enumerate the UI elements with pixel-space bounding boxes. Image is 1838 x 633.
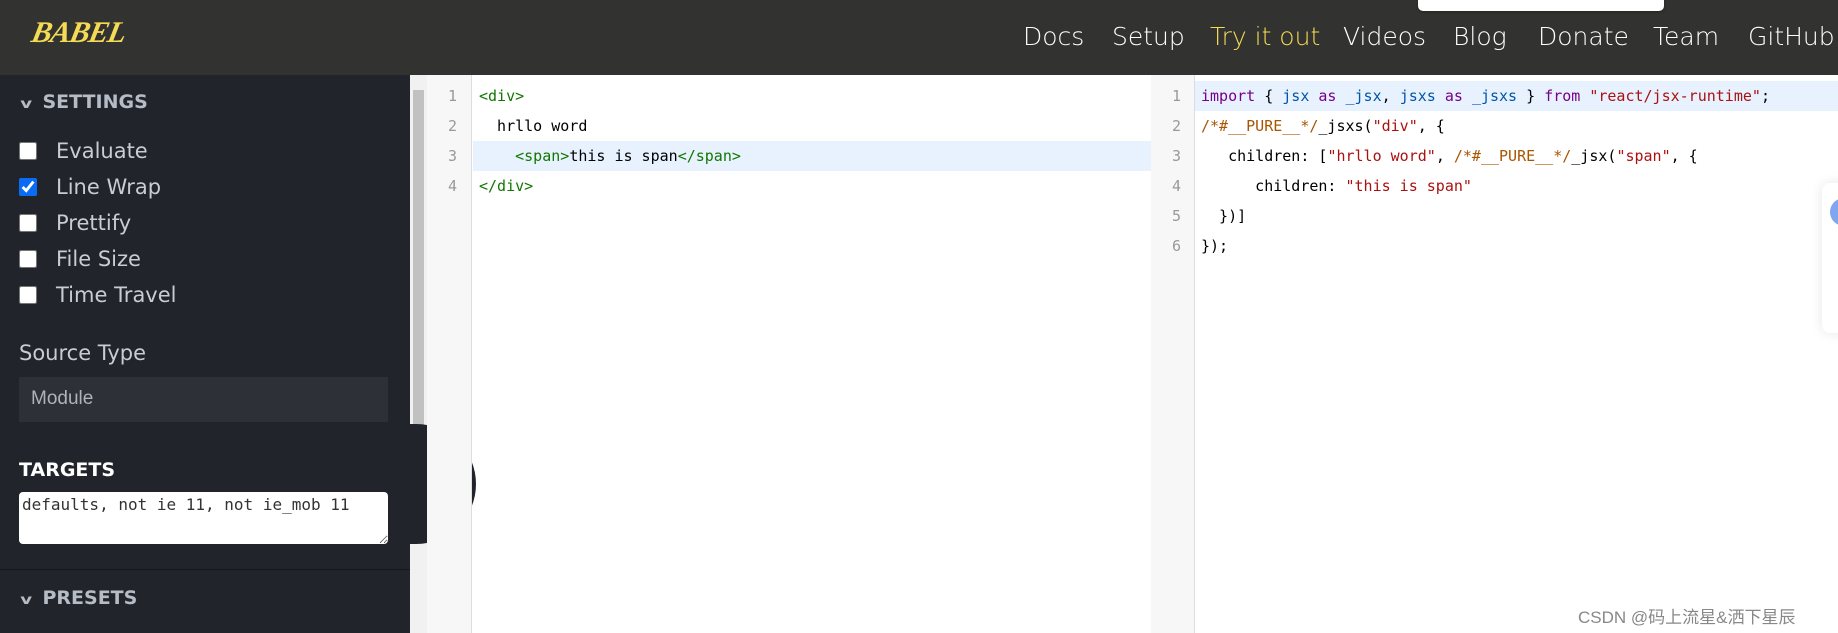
line-wrap-checkbox[interactable] — [19, 178, 37, 196]
option-file-size[interactable]: File Size — [19, 247, 141, 271]
line-number: 3 — [1171, 147, 1181, 165]
option-evaluate[interactable]: Evaluate — [19, 139, 148, 163]
presets-title: PRESETS — [42, 587, 138, 609]
watermark: CSDN @码上流星&洒下星辰 — [1578, 608, 1796, 627]
line-number: 5 — [1171, 207, 1181, 225]
output-editor[interactable]: 1 import { jsx as _jsx, jsxs as _jsxs } f… — [1151, 81, 1838, 261]
settings-sidebar: v SETTINGS Evaluate Line Wrap Prettify Fi… — [0, 75, 410, 633]
source-type-label: Source Type — [19, 341, 147, 365]
line-number: 2 — [1171, 117, 1181, 135]
source-type-select[interactable]: Module — [19, 377, 388, 422]
babel-logo[interactable]: BABEL — [28, 16, 129, 50]
option-label: Time Travel — [56, 283, 177, 307]
option-label: Line Wrap — [56, 175, 162, 199]
line-number: 1 — [447, 87, 457, 105]
time-travel-checkbox[interactable] — [19, 286, 37, 304]
option-label: Prettify — [56, 211, 132, 235]
nav-setup[interactable]: Setup — [1112, 22, 1185, 51]
divider — [0, 569, 410, 570]
nav-videos[interactable]: Videos — [1343, 22, 1426, 51]
nav-try-it-out[interactable]: Try it out — [1210, 22, 1320, 51]
settings-section-toggle[interactable]: v SETTINGS — [20, 91, 148, 113]
scrollbar-thumb[interactable] — [413, 90, 424, 435]
targets-title: TARGETS — [19, 459, 116, 481]
nav-blog[interactable]: Blog — [1453, 22, 1507, 51]
option-line-wrap[interactable]: Line Wrap — [19, 175, 161, 199]
chevron-down-icon: v — [20, 97, 33, 112]
line-number: 6 — [1171, 237, 1181, 255]
settings-title: SETTINGS — [42, 91, 148, 113]
option-prettify[interactable]: Prettify — [19, 211, 131, 235]
targets-input[interactable] — [19, 492, 388, 544]
input-editor[interactable]: 1 <div> 2 hrllo word 3 <span>this is span… — [427, 81, 1151, 201]
line-number: 1 — [1171, 87, 1181, 105]
widget-avatar-icon — [1830, 198, 1838, 226]
floating-side-widget[interactable] — [1822, 183, 1838, 333]
chevron-down-icon: v — [20, 593, 33, 608]
evaluate-checkbox[interactable] — [19, 142, 37, 160]
nav-donate[interactable]: Donate — [1538, 22, 1629, 51]
presets-section-toggle[interactable]: v PRESETS — [20, 587, 138, 609]
nav-docs[interactable]: Docs — [1023, 22, 1084, 51]
file-size-checkbox[interactable] — [19, 250, 37, 268]
top-navbar: BABEL Docs Setup Try it out Videos Blog … — [0, 0, 1838, 75]
line-number: 3 — [447, 147, 457, 165]
nav-github[interactable]: GitHub — [1748, 22, 1835, 51]
option-time-travel[interactable]: Time Travel — [19, 283, 177, 307]
line-number: 2 — [447, 117, 457, 135]
popup-overlay — [1418, 0, 1664, 11]
option-label: Evaluate — [56, 139, 148, 163]
sidebar-scrollbar[interactable] — [410, 75, 427, 633]
prettify-checkbox[interactable] — [19, 214, 37, 232]
nav-team[interactable]: Team — [1653, 22, 1719, 51]
line-number: 4 — [1171, 177, 1181, 195]
option-label: File Size — [56, 247, 141, 271]
line-number: 4 — [447, 177, 457, 195]
